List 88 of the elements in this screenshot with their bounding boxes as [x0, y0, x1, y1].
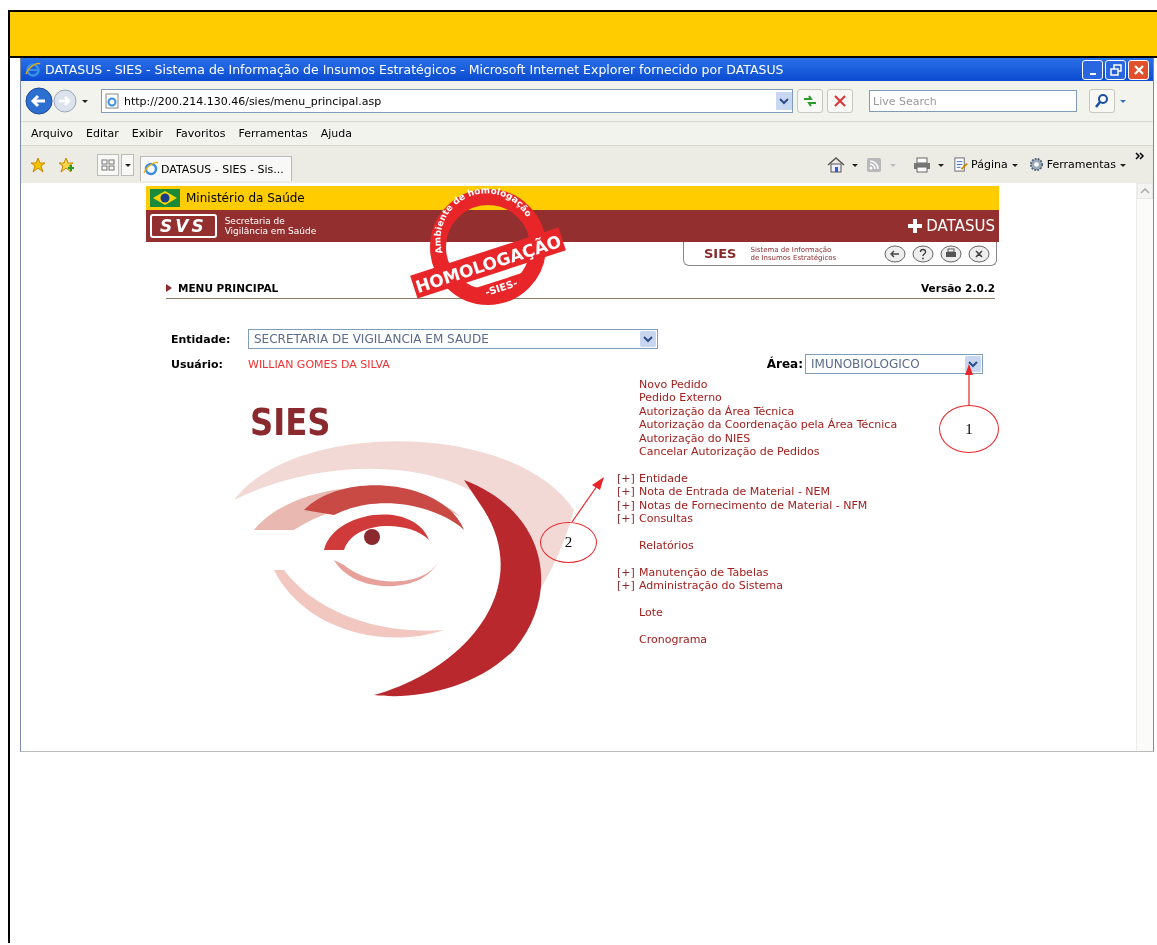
maximize-button[interactable] — [1105, 59, 1126, 80]
printer-icon[interactable] — [913, 156, 932, 173]
secretariat-name: Vigilância em Saúde — [224, 226, 317, 236]
ministry-name: Ministério da Saúde — [186, 191, 305, 205]
back-icon[interactable] — [884, 244, 906, 263]
quick-tabs-button[interactable] — [97, 153, 119, 176]
close-icon[interactable] — [968, 244, 990, 263]
menu-link[interactable]: Autorização da Coordenação pela Área Técnica — [639, 418, 898, 432]
menu-group-link[interactable]: Notas de Fornecimento de Material - NFM — [639, 498, 868, 513]
expand-toggle[interactable]: [+] — [617, 485, 639, 499]
search-button[interactable] — [1089, 89, 1115, 113]
help-icon[interactable] — [912, 244, 934, 263]
expand-toggle[interactable]: [+] — [617, 579, 639, 593]
menu-link[interactable]: Autorização do NIES — [639, 431, 751, 446]
annotation-arrow — [964, 363, 974, 405]
refresh-icon — [802, 93, 818, 109]
search-icon — [1094, 93, 1110, 109]
menu-group-link[interactable]: Nota de Entrada de Material - NEM — [639, 485, 831, 499]
field-label: Usuário: — [171, 357, 224, 371]
menu-link[interactable]: Novo Pedido — [639, 378, 708, 392]
menu-group-link[interactable]: Consultas — [639, 512, 693, 526]
gear-icon — [1028, 157, 1044, 172]
version-label: Versão 2.0.2 — [921, 282, 995, 294]
back-button[interactable] — [25, 87, 53, 115]
expand-toggle[interactable]: [+] — [617, 471, 639, 486]
flag-icon — [150, 189, 180, 207]
close-icon — [1131, 62, 1146, 77]
menu-item[interactable]: Editar — [86, 127, 119, 140]
browser-logo-icon — [143, 161, 159, 177]
menu-item[interactable]: Ajuda — [320, 127, 353, 140]
secretariat-name: Secretaria de — [224, 216, 286, 226]
tools-menu-button[interactable]: Ferramentas — [1026, 157, 1129, 172]
menu-link[interactable]: Autorização da Área Técnica — [639, 404, 795, 419]
menu-link[interactable]: Relatórios — [639, 538, 694, 553]
cross-icon — [908, 219, 923, 233]
expand-toggle[interactable]: [+] — [617, 498, 639, 513]
close-button[interactable] — [1128, 59, 1149, 80]
search-field[interactable]: Live Search — [869, 90, 1077, 112]
menu-item[interactable]: Exibir — [131, 127, 163, 140]
home-icon[interactable] — [827, 156, 846, 173]
field-label: Entidade: — [171, 332, 232, 346]
print-icon[interactable] — [940, 244, 962, 263]
entity-select[interactable]: SECRETARIA DE VIGILANCIA EM SAUDE — [248, 329, 658, 349]
menu-link[interactable]: Pedido Externo — [639, 391, 722, 405]
dropdown-icon — [640, 331, 656, 347]
sies-label: SIES — [704, 246, 737, 261]
field-label: Área: — [766, 357, 803, 371]
dropdown-icon[interactable] — [776, 91, 792, 111]
browser-tab[interactable]: DATASUS - SIES - Sis... — [140, 156, 292, 181]
stop-icon — [832, 93, 848, 109]
menu-link[interactable]: Cronograma — [639, 632, 708, 647]
favorites-star-icon[interactable] — [29, 156, 47, 173]
expand-toggle[interactable]: [+] — [617, 565, 639, 580]
menu-item[interactable]: Favoritos — [175, 127, 226, 140]
area-select[interactable]: IMUNOBIOLOGICO — [805, 354, 983, 374]
menu-group-link[interactable]: Administração do Sistema — [639, 579, 783, 593]
user-name: WILLIAN GOMES DA SILVA — [248, 357, 390, 371]
chevron-icon[interactable] — [1135, 152, 1145, 160]
bullet-icon — [166, 284, 172, 292]
menu-item[interactable]: Ferramentas — [238, 127, 308, 140]
menu-title: MENU PRINCIPAL — [178, 282, 279, 294]
window-title: DATASUS - SIES - Sistema de Informação de Insumos Estratégicos - Microsoft Internet Explorer fornecido por DATASUS — [45, 62, 785, 77]
menu-group-link[interactable]: Manutenção de Tabelas — [639, 565, 769, 580]
sies-logo: SIES — [250, 400, 331, 444]
dropdown-icon[interactable] — [81, 97, 89, 105]
page-menu-button[interactable]: Página — [951, 157, 1021, 172]
page-icon — [104, 93, 120, 109]
dropdown-icon — [965, 356, 981, 372]
annotation-arrow — [570, 475, 606, 523]
minimize-icon — [1089, 72, 1096, 75]
stop-button[interactable] — [827, 89, 853, 113]
menu-link[interactable]: Cancelar Autorização de Pedidos — [639, 445, 820, 459]
page-edit-icon — [953, 157, 969, 172]
menu-link[interactable]: Lote — [639, 605, 663, 620]
expand-toggle[interactable]: [+] — [617, 512, 639, 526]
svs-logo: SVS — [150, 214, 217, 238]
restore-icon — [1108, 62, 1123, 77]
address-field[interactable]: http://200.214.130.46/sies/menu_principal.asp — [101, 89, 793, 113]
browser-logo-icon — [25, 61, 41, 78]
menu-item[interactable]: Arquivo — [31, 127, 74, 140]
grid-icon — [101, 158, 115, 171]
datasus-logo: DATASUS — [926, 217, 995, 235]
minimize-button[interactable] — [1082, 59, 1103, 80]
tab-list-button[interactable] — [121, 153, 134, 176]
add-favorite-icon[interactable] — [57, 156, 75, 173]
scrollbar[interactable] — [1136, 183, 1153, 751]
menu-group-link[interactable]: Entidade — [639, 471, 688, 486]
refresh-button[interactable] — [797, 89, 823, 113]
